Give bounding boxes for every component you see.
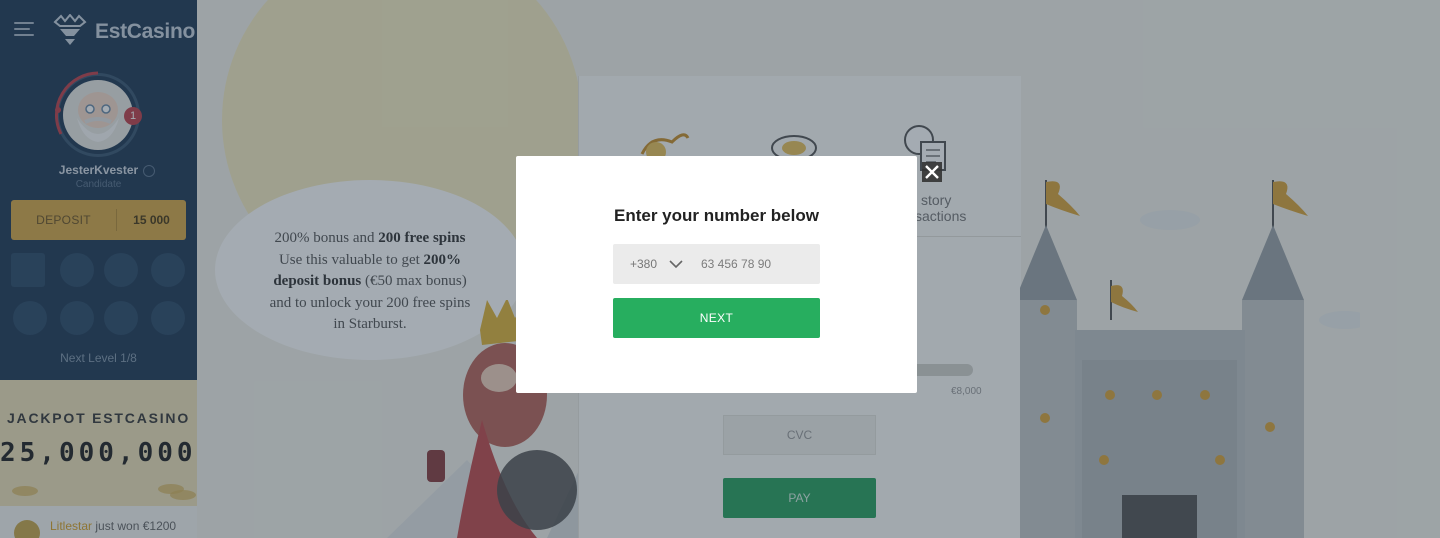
phone-verification-modal: Enter your number below +380 NEXT [516,156,942,393]
phone-number-input[interactable] [691,244,820,284]
next-button[interactable]: NEXT [613,298,820,338]
chevron-down-icon [669,260,683,269]
country-code-select[interactable]: +380 [613,244,691,284]
country-code-value: +380 [630,257,658,271]
close-button[interactable] [922,162,942,182]
phone-number-row: +380 [613,244,820,284]
close-icon [922,162,942,182]
modal-title: Enter your number below [614,206,819,225]
